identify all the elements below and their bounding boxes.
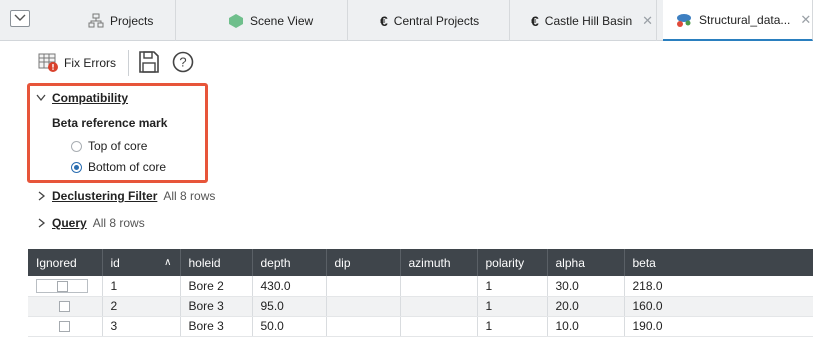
column-header-polarity[interactable]: polarity [477, 249, 548, 276]
tab-label: Structural_data... [699, 12, 791, 27]
cell-polarity: 1 [477, 316, 548, 337]
declustering-title: Declustering Filter [52, 189, 158, 203]
tab-castle-hill-basin[interactable]: € Castle Hill Basin ✕ [531, 0, 657, 41]
svg-text:?: ? [179, 55, 186, 70]
cell-dip [326, 296, 401, 317]
tab-list-dropdown[interactable] [10, 10, 30, 27]
ignored-checkbox[interactable] [59, 301, 71, 313]
tab-bar: Projects Scene View € Central Projects €… [0, 0, 813, 41]
fix-errors-icon [38, 53, 58, 72]
radio-label: Top of core [88, 139, 148, 153]
column-header-ignored[interactable]: Ignored [28, 249, 103, 276]
scene-view-icon [229, 13, 243, 28]
declustering-summary: All 8 rows [163, 189, 216, 203]
radio-button[interactable] [71, 140, 82, 152]
cell-holeid: Bore 3 [180, 296, 253, 317]
table-header-row: Ignored id ∧ holeid depth dip azimuth po… [28, 249, 813, 276]
fix-errors-label: Fix Errors [64, 56, 116, 70]
tab-scene-view[interactable]: Scene View [228, 0, 348, 41]
chevron-down-icon [36, 94, 46, 102]
central-icon: € [531, 12, 539, 29]
cell-holeid: Bore 3 [180, 316, 253, 337]
chevron-down-icon [14, 14, 26, 21]
table-row[interactable]: 3 Bore 3 50.0 1 10.0 190.0 [28, 316, 813, 337]
structural-data-icon [677, 13, 691, 27]
cell-holeid: Bore 2 [180, 276, 253, 297]
chevron-right-icon [38, 191, 46, 201]
column-header-depth[interactable]: depth [252, 249, 327, 276]
cell-beta: 218.0 [624, 276, 813, 297]
cell-id: 2 [102, 296, 181, 317]
column-header-label: id [110, 255, 120, 270]
cell-depth: 50.0 [252, 316, 327, 337]
table-row[interactable]: 2 Bore 3 95.0 1 20.0 160.0 [28, 296, 813, 317]
ignored-checkbox[interactable] [59, 321, 71, 333]
ignored-cell [28, 316, 103, 337]
cell-dip [326, 276, 401, 297]
tab-projects[interactable]: Projects [88, 0, 176, 41]
cell-azimuth [400, 276, 478, 297]
cell-azimuth [400, 296, 478, 317]
column-header-id[interactable]: id ∧ [102, 249, 181, 276]
tab-label: Scene View [250, 13, 314, 28]
central-icon: € [380, 12, 388, 29]
table-row[interactable]: 1 Bore 2 430.0 1 30.0 218.0 [28, 276, 813, 297]
tab-label: Castle Hill Basin [544, 13, 633, 28]
tab-label: Central Projects [393, 13, 480, 28]
cell-alpha: 20.0 [547, 296, 625, 317]
cell-azimuth [400, 316, 478, 337]
save-button[interactable] [138, 50, 160, 74]
ignored-cell [28, 296, 103, 317]
cell-beta: 190.0 [624, 316, 813, 337]
radio-bottom-of-core[interactable]: Bottom of core [71, 160, 166, 174]
cell-dip [326, 316, 401, 337]
beta-reference-heading: Beta reference mark [52, 116, 167, 130]
column-header-beta[interactable]: beta [624, 249, 813, 276]
beta-reference-label: Beta reference mark [52, 116, 168, 130]
cell-beta: 160.0 [624, 296, 813, 317]
cell-id: 3 [102, 316, 181, 337]
close-icon[interactable]: ✕ [642, 13, 653, 29]
cell-alpha: 10.0 [547, 316, 625, 337]
data-table: Ignored id ∧ holeid depth dip azimuth po… [28, 249, 813, 337]
tab-label: Projects [110, 13, 154, 28]
query-section-header[interactable]: Query All 8 rows [38, 216, 145, 230]
cell-depth: 430.0 [252, 276, 327, 297]
tab-central-projects[interactable]: € Central Projects [380, 0, 510, 41]
chevron-right-icon [38, 218, 46, 228]
fix-errors-button[interactable]: Fix Errors [38, 53, 116, 73]
help-button[interactable]: ? [172, 51, 194, 73]
radio-button-selected[interactable] [71, 161, 82, 173]
column-header-azimuth[interactable]: azimuth [400, 249, 478, 276]
column-header-alpha[interactable]: alpha [547, 249, 625, 276]
close-icon[interactable]: ✕ [800, 12, 811, 28]
compatibility-title: Compatibility [52, 91, 129, 105]
radio-top-of-core[interactable]: Top of core [71, 139, 147, 153]
radio-label: Bottom of core [88, 160, 167, 174]
column-header-holeid[interactable]: holeid [180, 249, 253, 276]
projects-icon [88, 13, 104, 27]
query-title: Query [52, 216, 87, 230]
help-icon: ? [172, 51, 194, 73]
query-summary: All 8 rows [92, 216, 145, 230]
cell-polarity: 1 [477, 296, 548, 317]
ignored-checkbox[interactable] [36, 279, 88, 294]
compatibility-section-header[interactable]: Compatibility [36, 91, 128, 105]
cell-id: 1 [102, 276, 181, 297]
declustering-section-header[interactable]: Declustering Filter All 8 rows [38, 189, 215, 203]
toolbar-separator [128, 50, 129, 76]
cell-polarity: 1 [477, 276, 548, 297]
column-header-dip[interactable]: dip [326, 249, 401, 276]
tab-structural-data[interactable]: Structural_data... ✕ [663, 0, 813, 41]
save-icon [139, 51, 159, 73]
ignored-cell [28, 276, 103, 297]
sort-ascending-icon: ∧ [164, 256, 172, 268]
cell-alpha: 30.0 [547, 276, 625, 297]
cell-depth: 95.0 [252, 296, 327, 317]
